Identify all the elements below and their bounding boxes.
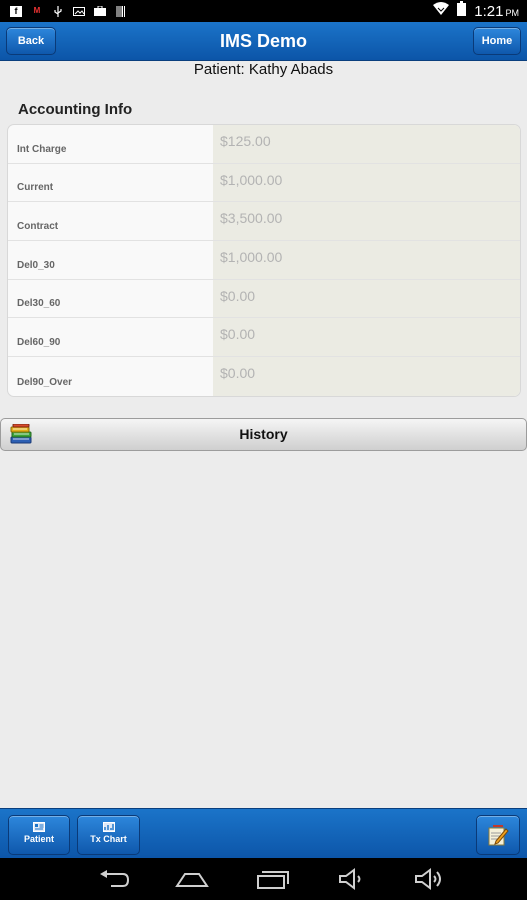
row-label: Del30_60 — [17, 298, 61, 310]
history-button[interactable]: History — [0, 418, 527, 451]
row-label: Del90_Over — [17, 376, 73, 388]
briefcase-notification-icon — [94, 6, 106, 17]
section-title-accounting: Accounting Info — [18, 101, 133, 118]
row-value-field[interactable]: $3,500.00 — [213, 202, 520, 241]
row-label: Del0_30 — [17, 259, 55, 271]
usb-icon — [52, 5, 64, 17]
bottom-toolbar: Patient Tx Chart — [0, 808, 527, 859]
patient-button-label: Patient — [23, 834, 54, 844]
table-row: Int Charge $125.00 — [8, 125, 520, 164]
history-label: History — [239, 426, 288, 442]
row-value-field[interactable]: $1,000.00 — [213, 241, 520, 279]
accounting-table: Int Charge $125.00 Current $1,000.00 Con… — [7, 124, 521, 397]
table-row: Del0_30 $1,000.00 — [8, 241, 520, 280]
volume-down-icon[interactable] — [337, 868, 371, 890]
status-bar: f M 1:21 PM — [0, 0, 527, 22]
table-row: Del60_90 $0.00 — [8, 318, 520, 358]
back-nav-icon[interactable] — [97, 868, 131, 890]
row-value-field[interactable]: $1,000.00 — [213, 163, 520, 202]
patient-card-icon — [33, 822, 45, 832]
wifi-icon — [433, 2, 450, 20]
table-row: Del30_60 $0.00 — [8, 279, 520, 319]
home-nav-icon[interactable] — [175, 868, 209, 890]
tx-chart-button-label: Tx Chart — [90, 834, 127, 844]
barcode-notification-icon — [115, 5, 127, 17]
photos-notification-icon — [73, 6, 85, 17]
home-button[interactable]: Home — [473, 27, 521, 55]
row-label: Contract — [17, 221, 59, 233]
notepad-pencil-icon — [487, 824, 509, 846]
status-ampm: PM — [505, 7, 520, 18]
gmail-notification-icon: M — [33, 6, 41, 15]
battery-icon — [457, 1, 467, 21]
status-time: 1:21 — [474, 2, 504, 20]
tx-chart-button[interactable]: Tx Chart — [77, 815, 140, 855]
app-header: IMS Demo Back Home — [0, 22, 527, 61]
volume-up-icon[interactable] — [413, 868, 447, 890]
row-label: Current — [17, 182, 54, 194]
patient-name: Patient: Kathy Abads — [193, 61, 334, 78]
recent-apps-icon[interactable] — [256, 868, 290, 890]
row-value-field[interactable]: $0.00 — [213, 279, 520, 318]
page-title: IMS Demo — [219, 31, 307, 51]
table-row: Del90_Over $0.00 — [8, 357, 520, 396]
row-value-field[interactable]: $0.00 — [213, 357, 520, 396]
table-row: Current $1,000.00 — [8, 163, 520, 203]
row-label: Int Charge — [17, 143, 67, 155]
chart-icon — [102, 822, 115, 832]
row-label: Del60_90 — [17, 337, 61, 349]
row-value-field[interactable]: $0.00 — [213, 318, 520, 357]
back-button[interactable]: Back — [6, 27, 56, 55]
row-value-field[interactable]: $125.00 — [213, 125, 520, 163]
patient-button[interactable]: Patient — [8, 815, 70, 855]
system-nav-bar — [0, 858, 527, 900]
table-row: Contract $3,500.00 — [8, 202, 520, 242]
facebook-notification-icon: f — [10, 5, 22, 17]
notes-button[interactable] — [476, 815, 520, 855]
